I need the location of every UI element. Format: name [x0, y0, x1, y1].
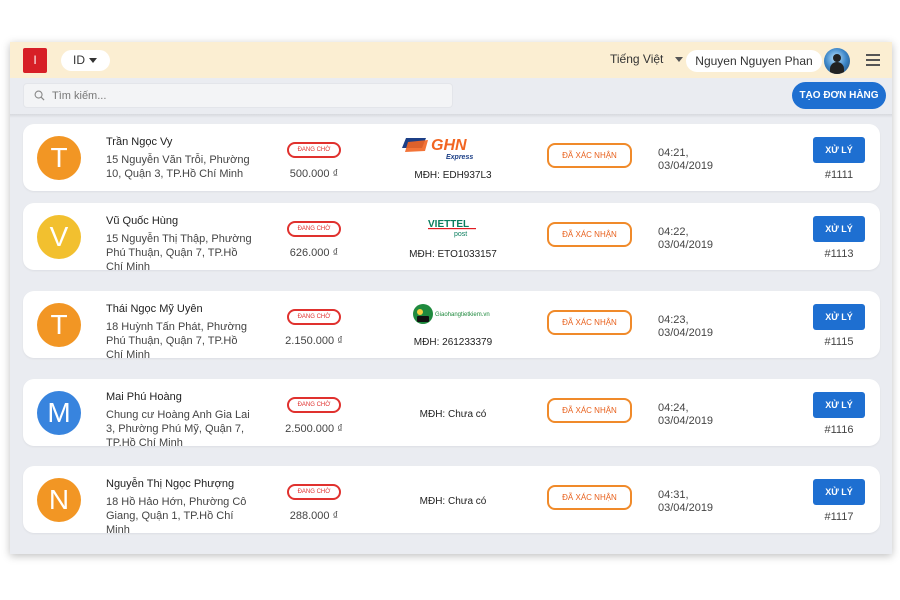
order-price: 2.500.000 ₫: [285, 423, 343, 435]
order-price: 2.150.000 ₫: [285, 335, 343, 347]
order-id: #1116: [824, 424, 854, 436]
customer-name: Nguyễn Thị Ngọc Phượng: [106, 478, 235, 490]
pending-status-badge: ĐANG CHỜ: [287, 221, 341, 237]
carrier-logo-sub: Express: [446, 154, 473, 161]
process-order-button[interactable]: XỬ LÝ: [813, 479, 865, 505]
customer-address: 18 Hồ Hảo Hớn, Phường Cô Giang, Quận 1, …: [106, 496, 247, 536]
process-order-button[interactable]: XỬ LÝ: [813, 216, 865, 242]
viettel-post-logo-icon: VIETTEL post: [428, 219, 476, 238]
order-time-hour: 04:31,: [658, 489, 689, 501]
order-time: 04:22, 03/04/2019: [658, 226, 713, 252]
order-code: MĐH: 261233379: [413, 337, 493, 348]
customer-initial: N: [48, 484, 70, 515]
confirmed-status-badge: ĐÃ XÁC NHẬN: [547, 222, 632, 247]
customer-avatar: T: [37, 136, 81, 180]
order-card-3: T Thái Ngọc Mỹ Uyên 18 Huỳnh Tấn Phát, P…: [23, 291, 880, 361]
carrier-logo: VIETTEL post: [398, 213, 508, 241]
user-avatar-body: [830, 62, 844, 74]
order-price: 288.000 ₫: [289, 510, 339, 522]
pending-status-badge: ĐANG CHỜ: [287, 397, 341, 413]
order-price: 500.000 ₫: [289, 168, 339, 180]
confirmed-status-badge: ĐÃ XÁC NHẬN: [547, 310, 632, 335]
carrier-logo: GHN Express: [398, 134, 508, 162]
order-card-2: V Vũ Quốc Hùng 15 Nguyễn Thị Thập, Phườn…: [23, 203, 880, 273]
customer-name: Trần Ngọc Vy: [106, 136, 173, 148]
ui-language-dropdown[interactable]: Tiếng Việt: [610, 52, 683, 66]
process-order-button[interactable]: XỬ LÝ: [813, 137, 865, 163]
order-time-date: 03/04/2019: [658, 239, 714, 251]
user-avatar[interactable]: [824, 48, 850, 74]
caret-down-icon: [674, 57, 683, 63]
customer-address: Chung cư Hoàng Anh Gia Lai 3, Phường Phú…: [106, 409, 250, 449]
order-time-hour: 04:22,: [658, 226, 689, 238]
giao-hang-tiet-kiem-logo-icon: Giaohangtietkiem.vn: [413, 304, 490, 324]
header-divider: [10, 114, 892, 118]
order-time-date: 03/04/2019: [658, 327, 714, 339]
carrier-logo-primary: Giaohangtietkiem.vn: [435, 312, 490, 318]
customer-initial: V: [49, 221, 69, 252]
customer-avatar: T: [37, 303, 81, 347]
order-management-app: I ID Tiếng Việt Nguyen Nguyen Phan TẠO Đ…: [10, 42, 892, 554]
confirmed-status-badge: ĐÃ XÁC NHẬN: [547, 143, 632, 168]
customer-avatar: N: [37, 478, 81, 522]
confirmed-status-badge: ĐÃ XÁC NHẬN: [547, 398, 632, 423]
order-code: MĐH: Chưa có: [419, 496, 487, 507]
top-bar: I ID Tiếng Việt Nguyen Nguyen Phan: [10, 42, 892, 78]
user-name-pill[interactable]: Nguyen Nguyen Phan: [686, 50, 822, 72]
search-input[interactable]: [52, 87, 447, 105]
order-time-hour: 04:23,: [658, 314, 689, 326]
create-order-button[interactable]: TẠO ĐƠN HÀNG: [792, 82, 886, 109]
order-card-4: M Mai Phú Hoàng Chung cư Hoàng Anh Gia L…: [23, 379, 880, 449]
order-card-5: N Nguyễn Thị Ngọc Phượng 18 Hồ Hảo Hớn, …: [23, 466, 880, 536]
order-id: #1113: [824, 248, 854, 260]
order-time-date: 03/04/2019: [658, 415, 714, 427]
process-order-button[interactable]: XỬ LÝ: [813, 304, 865, 330]
order-time-hour: 04:24,: [658, 402, 689, 414]
customer-name: Thái Ngọc Mỹ Uyên: [106, 303, 203, 315]
language-code-label: ID: [73, 53, 85, 67]
carrier-logo: Giaohangtietkiem.vn: [398, 301, 508, 329]
pending-status-badge: ĐANG CHỜ: [287, 484, 341, 500]
user-avatar-head: [833, 54, 841, 62]
order-time-date: 03/04/2019: [658, 502, 714, 514]
pending-status-badge: ĐANG CHỜ: [287, 142, 341, 158]
customer-initial: T: [50, 309, 68, 340]
customer-avatar: V: [37, 215, 81, 259]
customer-initial: T: [50, 142, 68, 173]
carrier-logo-primary: GHN: [431, 137, 467, 154]
search-icon: [34, 90, 45, 101]
order-card-1: T Trần Ngọc Vy 15 Nguyễn Văn Trỗi, Phườn…: [23, 124, 880, 191]
process-order-button[interactable]: XỬ LÝ: [813, 392, 865, 418]
order-time-date: 03/04/2019: [658, 160, 714, 172]
order-code: MĐH: ETO1033157: [409, 249, 497, 260]
customer-address: 15 Nguyễn Văn Trỗi, Phường 10, Quận 3, T…: [106, 154, 250, 180]
customer-address: 18 Huỳnh Tấn Phát, Phường Phú Thuận, Quậ…: [106, 321, 247, 361]
order-code: MĐH: Chưa có: [419, 409, 487, 420]
customer-initial: M: [47, 397, 71, 428]
order-id: #1115: [824, 336, 854, 348]
ui-language-label: Tiếng Việt: [610, 52, 664, 66]
pending-status-badge: ĐANG CHỜ: [287, 309, 341, 325]
app-logo[interactable]: I: [23, 48, 47, 73]
ghn-logo-icon: GHN Express: [402, 137, 473, 161]
customer-address: 15 Nguyễn Thị Thập, Phường Phú Thuận, Qu…: [106, 233, 252, 273]
order-id: #1111: [824, 169, 854, 181]
order-time: 04:24, 03/04/2019: [658, 402, 713, 428]
hamburger-menu-icon[interactable]: [866, 54, 880, 66]
customer-name: Mai Phú Hoàng: [106, 391, 182, 403]
order-code: MĐH: EDH937L3: [414, 170, 492, 181]
confirmed-status-badge: ĐÃ XÁC NHẬN: [547, 485, 632, 510]
order-time: 04:23, 03/04/2019: [658, 314, 713, 340]
customer-avatar: M: [37, 391, 81, 435]
order-id: #1117: [824, 511, 854, 523]
customer-name: Vũ Quốc Hùng: [106, 215, 179, 227]
order-time-hour: 04:21,: [658, 147, 689, 159]
order-price: 626.000 ₫: [289, 247, 339, 259]
caret-down-icon: [89, 58, 97, 64]
order-time: 04:21, 03/04/2019: [658, 147, 713, 173]
language-code-dropdown[interactable]: ID: [61, 50, 110, 71]
order-time: 04:31, 03/04/2019: [658, 489, 713, 515]
carrier-logo-sub: post: [454, 231, 467, 238]
search-bar: [23, 83, 453, 108]
